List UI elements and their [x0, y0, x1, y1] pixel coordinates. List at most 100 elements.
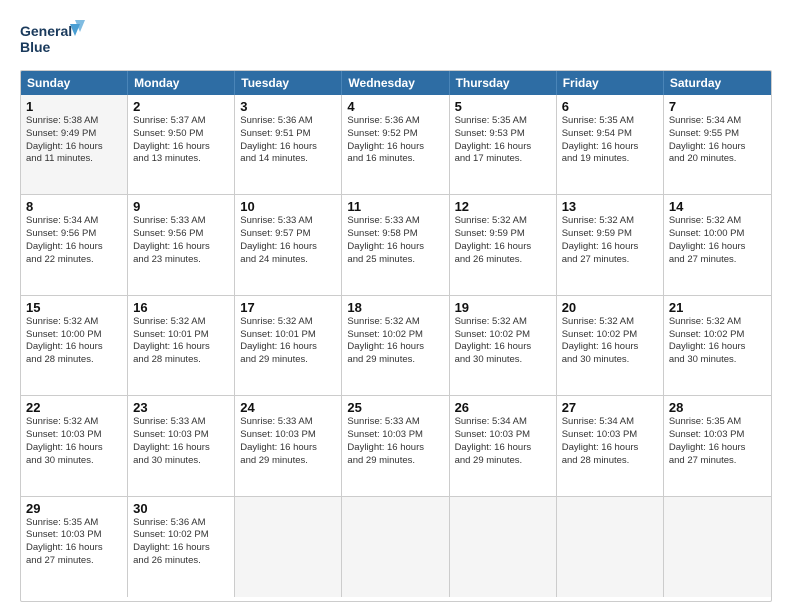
logo: General Blue	[20, 18, 100, 62]
day-info: Sunrise: 5:32 AM Sunset: 9:59 PM Dayligh…	[455, 215, 551, 266]
weekday-header: Thursday	[450, 71, 557, 95]
day-info: Sunrise: 5:32 AM Sunset: 10:01 PM Daylig…	[240, 316, 336, 367]
day-info: Sunrise: 5:35 AM Sunset: 10:03 PM Daylig…	[26, 517, 122, 568]
calendar-cell: 9Sunrise: 5:33 AM Sunset: 9:56 PM Daylig…	[128, 195, 235, 295]
calendar-cell: 25Sunrise: 5:33 AM Sunset: 10:03 PM Dayl…	[342, 396, 449, 496]
calendar-cell: 2Sunrise: 5:37 AM Sunset: 9:50 PM Daylig…	[128, 95, 235, 195]
day-number: 12	[455, 199, 551, 214]
day-info: Sunrise: 5:34 AM Sunset: 10:03 PM Daylig…	[562, 416, 658, 467]
calendar-cell: 22Sunrise: 5:32 AM Sunset: 10:03 PM Dayl…	[21, 396, 128, 496]
weekday-header: Wednesday	[342, 71, 449, 95]
day-info: Sunrise: 5:33 AM Sunset: 10:03 PM Daylig…	[347, 416, 443, 467]
svg-text:Blue: Blue	[20, 39, 51, 55]
page: General Blue SundayMondayTuesdayWednesda…	[0, 0, 792, 612]
day-info: Sunrise: 5:36 AM Sunset: 10:02 PM Daylig…	[133, 517, 229, 568]
day-number: 16	[133, 300, 229, 315]
calendar-cell: 1Sunrise: 5:38 AM Sunset: 9:49 PM Daylig…	[21, 95, 128, 195]
calendar-cell: 23Sunrise: 5:33 AM Sunset: 10:03 PM Dayl…	[128, 396, 235, 496]
calendar-cell	[664, 497, 771, 597]
day-info: Sunrise: 5:32 AM Sunset: 10:02 PM Daylig…	[455, 316, 551, 367]
day-info: Sunrise: 5:34 AM Sunset: 10:03 PM Daylig…	[455, 416, 551, 467]
day-info: Sunrise: 5:32 AM Sunset: 10:00 PM Daylig…	[669, 215, 766, 266]
calendar-cell: 3Sunrise: 5:36 AM Sunset: 9:51 PM Daylig…	[235, 95, 342, 195]
day-info: Sunrise: 5:36 AM Sunset: 9:51 PM Dayligh…	[240, 115, 336, 166]
day-info: Sunrise: 5:34 AM Sunset: 9:56 PM Dayligh…	[26, 215, 122, 266]
day-info: Sunrise: 5:33 AM Sunset: 9:56 PM Dayligh…	[133, 215, 229, 266]
calendar-body: 1Sunrise: 5:38 AM Sunset: 9:49 PM Daylig…	[21, 95, 771, 597]
day-number: 8	[26, 199, 122, 214]
day-number: 20	[562, 300, 658, 315]
day-number: 1	[26, 99, 122, 114]
calendar-cell	[342, 497, 449, 597]
calendar-cell: 5Sunrise: 5:35 AM Sunset: 9:53 PM Daylig…	[450, 95, 557, 195]
day-info: Sunrise: 5:32 AM Sunset: 10:03 PM Daylig…	[26, 416, 122, 467]
day-info: Sunrise: 5:35 AM Sunset: 9:54 PM Dayligh…	[562, 115, 658, 166]
day-number: 7	[669, 99, 766, 114]
calendar-cell: 30Sunrise: 5:36 AM Sunset: 10:02 PM Dayl…	[128, 497, 235, 597]
calendar-cell: 18Sunrise: 5:32 AM Sunset: 10:02 PM Dayl…	[342, 296, 449, 396]
day-number: 13	[562, 199, 658, 214]
calendar-cell: 17Sunrise: 5:32 AM Sunset: 10:01 PM Dayl…	[235, 296, 342, 396]
calendar-header: SundayMondayTuesdayWednesdayThursdayFrid…	[21, 71, 771, 95]
day-number: 18	[347, 300, 443, 315]
weekday-header: Tuesday	[235, 71, 342, 95]
day-number: 28	[669, 400, 766, 415]
calendar-cell: 26Sunrise: 5:34 AM Sunset: 10:03 PM Dayl…	[450, 396, 557, 496]
header: General Blue	[20, 18, 772, 62]
calendar-cell: 21Sunrise: 5:32 AM Sunset: 10:02 PM Dayl…	[664, 296, 771, 396]
day-number: 11	[347, 199, 443, 214]
calendar-cell: 16Sunrise: 5:32 AM Sunset: 10:01 PM Dayl…	[128, 296, 235, 396]
day-number: 19	[455, 300, 551, 315]
day-info: Sunrise: 5:35 AM Sunset: 10:03 PM Daylig…	[669, 416, 766, 467]
calendar-cell: 27Sunrise: 5:34 AM Sunset: 10:03 PM Dayl…	[557, 396, 664, 496]
calendar-cell: 11Sunrise: 5:33 AM Sunset: 9:58 PM Dayli…	[342, 195, 449, 295]
day-number: 27	[562, 400, 658, 415]
day-number: 4	[347, 99, 443, 114]
day-info: Sunrise: 5:33 AM Sunset: 10:03 PM Daylig…	[240, 416, 336, 467]
logo-svg: General Blue	[20, 18, 100, 62]
day-info: Sunrise: 5:32 AM Sunset: 10:02 PM Daylig…	[669, 316, 766, 367]
weekday-header: Friday	[557, 71, 664, 95]
calendar-cell: 7Sunrise: 5:34 AM Sunset: 9:55 PM Daylig…	[664, 95, 771, 195]
day-number: 30	[133, 501, 229, 516]
day-info: Sunrise: 5:32 AM Sunset: 10:01 PM Daylig…	[133, 316, 229, 367]
calendar-cell: 19Sunrise: 5:32 AM Sunset: 10:02 PM Dayl…	[450, 296, 557, 396]
day-number: 21	[669, 300, 766, 315]
calendar-cell: 24Sunrise: 5:33 AM Sunset: 10:03 PM Dayl…	[235, 396, 342, 496]
day-number: 5	[455, 99, 551, 114]
calendar-cell: 8Sunrise: 5:34 AM Sunset: 9:56 PM Daylig…	[21, 195, 128, 295]
calendar-cell: 28Sunrise: 5:35 AM Sunset: 10:03 PM Dayl…	[664, 396, 771, 496]
day-info: Sunrise: 5:33 AM Sunset: 10:03 PM Daylig…	[133, 416, 229, 467]
day-number: 14	[669, 199, 766, 214]
day-number: 25	[347, 400, 443, 415]
weekday-header: Sunday	[21, 71, 128, 95]
calendar-cell: 20Sunrise: 5:32 AM Sunset: 10:02 PM Dayl…	[557, 296, 664, 396]
calendar-cell: 6Sunrise: 5:35 AM Sunset: 9:54 PM Daylig…	[557, 95, 664, 195]
day-info: Sunrise: 5:34 AM Sunset: 9:55 PM Dayligh…	[669, 115, 766, 166]
day-info: Sunrise: 5:32 AM Sunset: 10:02 PM Daylig…	[562, 316, 658, 367]
day-number: 23	[133, 400, 229, 415]
day-number: 15	[26, 300, 122, 315]
calendar-cell: 15Sunrise: 5:32 AM Sunset: 10:00 PM Dayl…	[21, 296, 128, 396]
calendar-cell	[235, 497, 342, 597]
day-info: Sunrise: 5:33 AM Sunset: 9:57 PM Dayligh…	[240, 215, 336, 266]
day-info: Sunrise: 5:33 AM Sunset: 9:58 PM Dayligh…	[347, 215, 443, 266]
day-info: Sunrise: 5:35 AM Sunset: 9:53 PM Dayligh…	[455, 115, 551, 166]
weekday-header: Saturday	[664, 71, 771, 95]
svg-text:General: General	[20, 23, 72, 39]
calendar-cell: 13Sunrise: 5:32 AM Sunset: 9:59 PM Dayli…	[557, 195, 664, 295]
day-number: 2	[133, 99, 229, 114]
calendar-cell: 29Sunrise: 5:35 AM Sunset: 10:03 PM Dayl…	[21, 497, 128, 597]
day-info: Sunrise: 5:37 AM Sunset: 9:50 PM Dayligh…	[133, 115, 229, 166]
day-number: 10	[240, 199, 336, 214]
day-number: 17	[240, 300, 336, 315]
calendar-cell: 12Sunrise: 5:32 AM Sunset: 9:59 PM Dayli…	[450, 195, 557, 295]
day-info: Sunrise: 5:38 AM Sunset: 9:49 PM Dayligh…	[26, 115, 122, 166]
calendar: SundayMondayTuesdayWednesdayThursdayFrid…	[20, 70, 772, 602]
day-number: 22	[26, 400, 122, 415]
calendar-cell	[450, 497, 557, 597]
day-number: 9	[133, 199, 229, 214]
calendar-cell: 14Sunrise: 5:32 AM Sunset: 10:00 PM Dayl…	[664, 195, 771, 295]
day-number: 24	[240, 400, 336, 415]
day-number: 6	[562, 99, 658, 114]
